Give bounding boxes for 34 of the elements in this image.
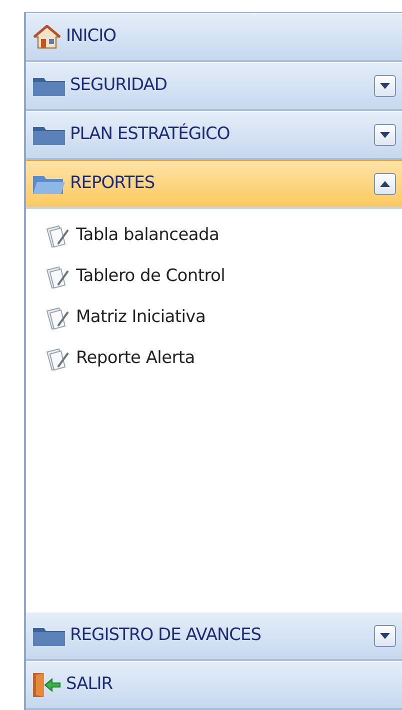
submenu-label: Reporte Alerta [76, 346, 195, 370]
folder-icon [32, 124, 66, 146]
caret-up-icon [380, 181, 390, 187]
menu-section-header[interactable]: REPORTES [26, 160, 402, 209]
folder-icon [32, 625, 66, 647]
toggle-button[interactable] [374, 625, 396, 647]
submenu-item[interactable]: Tabla balanceada [44, 215, 402, 256]
caret-down-icon [380, 633, 390, 639]
menu-label: SALIR [66, 673, 114, 696]
toggle-button[interactable] [374, 124, 396, 146]
menu-label: REPORTES [70, 172, 156, 196]
submenu-item[interactable]: Reporte Alerta [44, 338, 402, 379]
menu-section-header[interactable]: PLAN ESTRATÉGICO [26, 111, 402, 160]
submenu-item[interactable]: Matriz Iniciativa [44, 297, 402, 338]
submenu-label: Tablero de Control [76, 264, 226, 288]
submenu-item[interactable]: Tablero de Control [44, 256, 402, 297]
submenu-label: Matriz Iniciativa [76, 306, 206, 329]
exit-door-icon [32, 672, 62, 698]
menu-label: SEGURIDAD [70, 74, 168, 98]
open-folder-icon [32, 173, 66, 195]
menu-section-header[interactable]: SEGURIDAD [26, 62, 402, 111]
menu-label: INICIO [66, 25, 118, 48]
toggle-button[interactable] [374, 75, 396, 97]
menu-label: PLAN ESTRATÉGICO [70, 122, 231, 146]
menu-item[interactable]: INICIO [26, 13, 402, 62]
menu-item[interactable]: SALIR [26, 661, 402, 710]
caret-down-icon [380, 83, 390, 89]
caret-down-icon [380, 132, 390, 138]
home-icon [32, 25, 62, 49]
menu-section-header[interactable]: REGISTRO DE AVANCES [26, 612, 402, 661]
toggle-button[interactable] [374, 173, 396, 195]
submenu-label: Tabla balanceada [76, 224, 220, 247]
folder-icon [32, 75, 66, 97]
menu-label: REGISTRO DE AVANCES [70, 624, 262, 648]
